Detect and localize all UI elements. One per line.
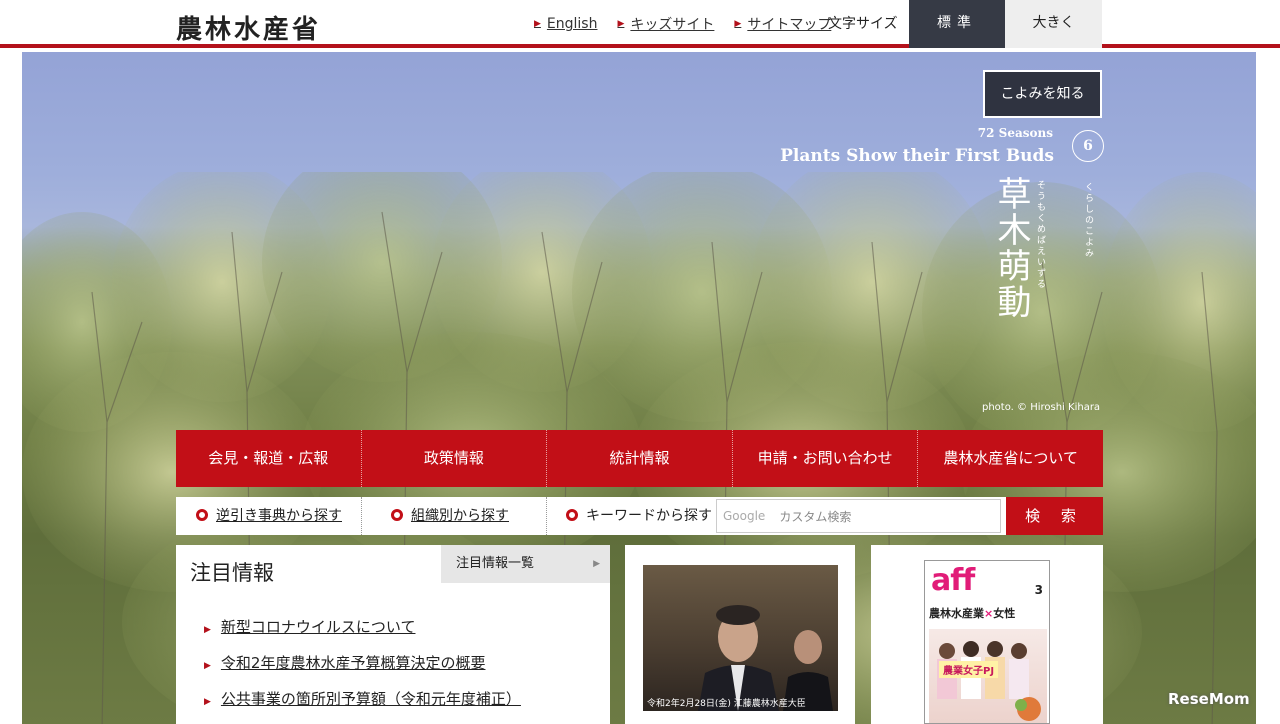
kids-site-link[interactable]: ▶ キッズサイト — [617, 14, 714, 34]
season-series-label: 72 Seasons — [977, 126, 1053, 140]
koyomi-button[interactable]: こよみを知る — [983, 70, 1102, 118]
magazine-banner: 農業女子PJ — [939, 661, 999, 678]
search-icon — [196, 509, 208, 521]
minister-press-photo[interactable]: 令和2年2月28日(金) 江藤農林水産大臣 — [643, 565, 838, 711]
google-label: Google — [723, 509, 766, 523]
featured-item[interactable]: ▶ 公共事業の箇所別予算額（令和元年度補正） — [204, 688, 521, 709]
season-title-jp: 草木萌動 — [991, 176, 1031, 320]
season-ruby: そうもくめばえいずる — [1035, 180, 1045, 290]
search-icon — [391, 509, 403, 521]
featured-list-button[interactable]: 注目情報一覧 ▶ — [441, 545, 610, 583]
divider — [546, 497, 547, 535]
font-size-label: 文字サイズ — [828, 16, 898, 32]
nav-about[interactable]: 農林水産省について — [918, 430, 1103, 487]
watermark-logo: ReseMom — [1168, 690, 1250, 708]
divider — [361, 497, 362, 535]
magazine-group-photo: 農業女子PJ — [929, 629, 1047, 723]
search-row: 逆引き事典から探す 組織別から探す キーワードから探す Google カスタム検索… — [176, 497, 1103, 535]
nav-policy[interactable]: 政策情報 — [361, 430, 548, 487]
site-header: 農林水産省 ▶ English ▶ キッズサイト ▶ サイトマップ 文字サイズ 標準 … — [0, 0, 1280, 48]
featured-item[interactable]: ▶ 新型コロナウイルスについて — [204, 616, 415, 637]
main-nav: 会見・報道・広報 政策情報 統計情報 申請・お問い合わせ 農林水産省について — [176, 430, 1103, 487]
arrow-right-icon: ▶ — [734, 19, 742, 29]
arrow-right-icon: ▶ — [593, 559, 600, 569]
font-size-large-button[interactable]: 大きく — [1005, 0, 1102, 48]
site-logo[interactable]: 農林水産省 — [176, 9, 321, 46]
search-placeholder: カスタム検索 — [779, 509, 852, 524]
magazine-card[interactable]: aff 3 農林水産業×女性 農業女子PJ — [871, 545, 1103, 724]
search-button[interactable]: 検 索 — [1006, 497, 1103, 535]
search-icon — [566, 509, 578, 521]
photo-credit: photo. © Hiroshi Kihara — [982, 402, 1101, 413]
font-size-standard-button[interactable]: 標準 — [909, 0, 1005, 48]
video-caption: 令和2年2月28日(金) 江藤農林水産大臣 — [647, 699, 806, 709]
arrow-right-icon: ▶ — [534, 19, 541, 29]
nav-press[interactable]: 会見・報道・広報 — [176, 430, 362, 487]
keyword-search-label: キーワードから探す — [566, 497, 712, 535]
arrow-right-icon: ▶ — [204, 697, 211, 707]
english-link[interactable]: ▶ English — [534, 16, 597, 32]
arrow-right-icon: ▶ — [617, 19, 625, 29]
reverse-dictionary-link[interactable]: 逆引き事典から探す — [196, 497, 342, 535]
arrow-right-icon: ▶ — [204, 661, 211, 671]
season-title-en: Plants Show their First Buds — [780, 146, 1054, 166]
nav-applications[interactable]: 申請・お問い合わせ — [732, 430, 919, 487]
aff-magazine-cover[interactable]: aff 3 農林水産業×女性 農業女子PJ — [924, 560, 1050, 724]
magazine-title: aff — [931, 563, 975, 598]
magazine-headline: 農林水産業×女性 — [929, 607, 1016, 620]
featured-title: 注目情報 — [190, 561, 274, 585]
featured-panel: 注目情報 注目情報一覧 ▶ ▶ 新型コロナウイルスについて ▶ 令和2年度農林水産予算… — [176, 545, 610, 724]
minister-figure — [698, 605, 833, 711]
season-ruby-label: くらしのこよみ — [1083, 182, 1093, 259]
video-card[interactable]: 令和2年2月28日(金) 江藤農林水産大臣 — [625, 545, 855, 724]
arrow-right-icon: ▶ — [204, 625, 211, 635]
nav-statistics[interactable]: 統計情報 — [547, 430, 733, 487]
search-input[interactable]: Google カスタム検索 — [716, 499, 1001, 533]
sitemap-link[interactable]: ▶ サイトマップ — [734, 14, 831, 34]
season-number-badge: 6 — [1072, 130, 1104, 162]
magazine-issue: 3 — [1034, 583, 1043, 597]
header-links: ▶ English ▶ キッズサイト ▶ サイトマップ — [534, 0, 851, 48]
featured-item[interactable]: ▶ 令和2年度農林水産予算概算決定の概要 — [204, 652, 485, 673]
by-organization-link[interactable]: 組織別から探す — [391, 497, 509, 535]
